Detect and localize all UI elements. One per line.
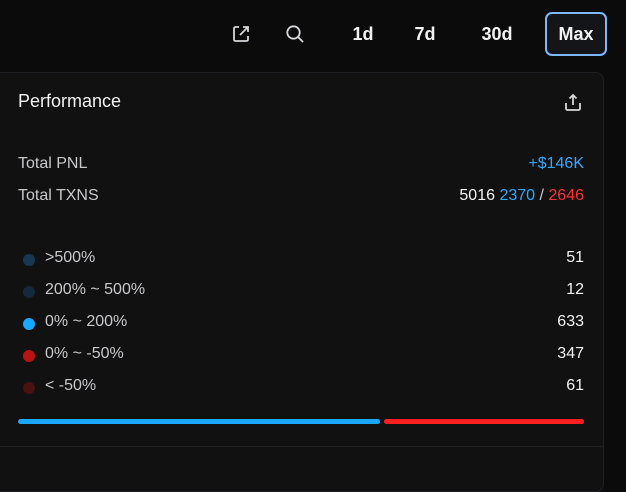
search-icon[interactable] [281,20,309,48]
bucket-color-dot [23,350,35,362]
distribution-label: < -50% [45,377,97,394]
range-button-30d[interactable]: 30d [471,12,523,56]
total-pnl-label: Total PNL [18,155,88,172]
bucket-color-dot [23,286,35,298]
distribution-label: 0% ~ 200% [45,313,128,330]
distribution-label: >500% [45,249,96,266]
distribution-row-200-500: 200% ~ 500% 12 [23,281,584,303]
total-txns-sells: 2646 [548,187,584,204]
time-range-toolbar: 1d 7d 30d Max [0,0,626,68]
distribution-row-0-200: 0% ~ 200% 633 [23,313,584,335]
bucket-color-dot [23,382,35,394]
distribution-row-over-500: >500% 51 [23,249,584,271]
distribution-count: 633 [557,313,584,330]
distribution-label: 200% ~ 500% [45,281,146,298]
ratio-bar-sell-segment [384,419,584,424]
bucket-color-dot [23,318,35,330]
ratio-bar-buy-segment [18,419,380,424]
total-pnl-value: +$146K [528,155,584,172]
total-txns-label: Total TXNS [18,187,99,204]
card-bottom-divider [0,446,604,447]
share-icon[interactable] [561,90,585,114]
total-txns-buys: 2370 [499,187,536,204]
distribution-count: 51 [566,249,584,266]
distribution-count: 61 [566,377,584,394]
range-button-1d[interactable]: 1d [341,12,385,56]
total-txns-separator: / [539,187,544,204]
distribution-count: 12 [566,281,584,298]
distribution-count: 347 [557,345,584,362]
distribution-label: 0% ~ -50% [45,345,124,362]
range-button-max[interactable]: Max [545,12,607,56]
distribution-row-0-neg50: 0% ~ -50% 347 [23,345,584,367]
performance-title: Performance [18,91,122,111]
external-link-icon[interactable] [227,20,255,48]
distribution-row-under-neg50: < -50% 61 [23,377,584,399]
total-txns-count: 5016 [459,187,495,204]
buy-sell-ratio-bar [18,419,584,424]
total-txns-values: 5016 2370 / 2646 [459,187,584,205]
bucket-color-dot [23,254,35,266]
range-button-7d[interactable]: 7d [403,12,447,56]
